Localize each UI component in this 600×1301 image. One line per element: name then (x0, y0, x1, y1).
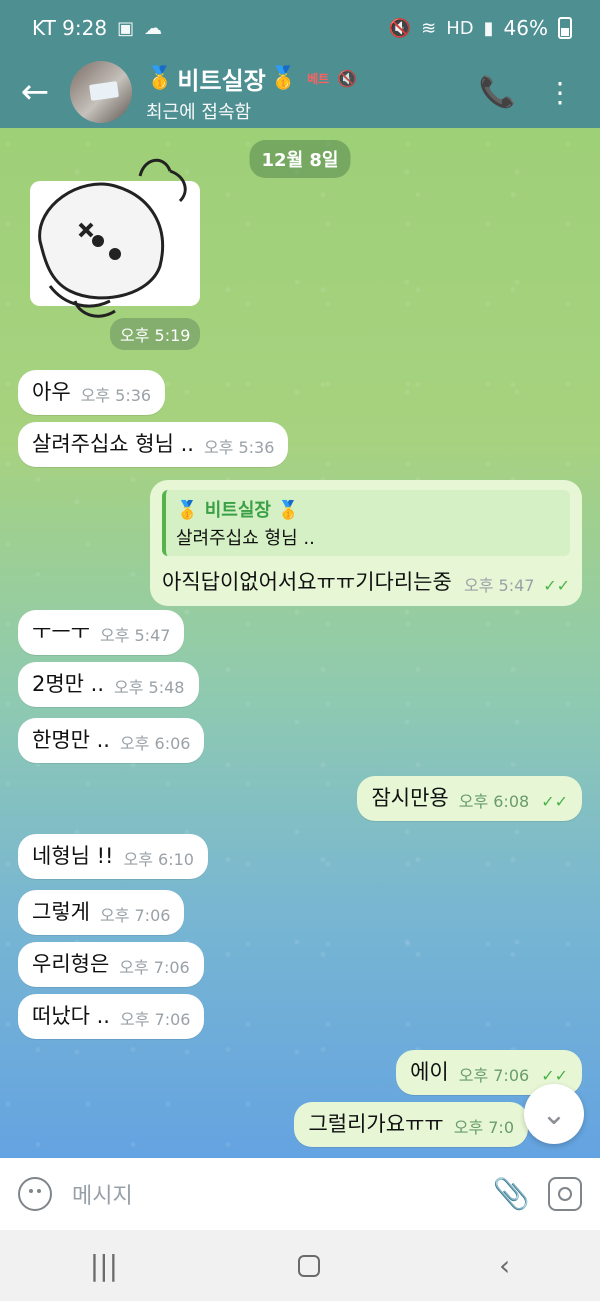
carrier-time: KT 9:28 (32, 16, 108, 40)
message-bubble[interactable]: 살려주십쇼 형님 .. 오후 5:36 (18, 422, 289, 468)
gallery-icon: ▣ (117, 17, 135, 39)
chat-subtitle: 최근에 접속함 (146, 101, 252, 123)
sticker-image[interactable] (20, 146, 210, 326)
message-bubble[interactable]: 그럴리가요ㅠㅠ 오후 7:0 (294, 1102, 528, 1148)
message-bubble[interactable]: 2명만 .. 오후 5:48 (18, 662, 199, 708)
message-text: 아직답이없어서요ㅠㅠ기다리는중 (162, 570, 452, 594)
message-bubble[interactable]: 잠시만용 오후 6:08 ✓✓ (357, 776, 582, 822)
medal-icon: 🥇 (277, 500, 300, 521)
message-bubble[interactable]: 우리형은 오후 7:06 (18, 942, 204, 988)
message-time: 오후 5:47 (99, 626, 171, 645)
message-text: 아우 (32, 380, 71, 404)
message-text: 에이 (410, 1060, 449, 1084)
emoji-icon[interactable] (18, 1177, 52, 1211)
hd-icon: HD (446, 17, 474, 39)
battery-percent: 46% (503, 16, 548, 40)
mute-icon: 🔇 (337, 68, 358, 88)
message-time: 오후 7:0 (453, 1118, 514, 1137)
system-nav-bar: ||| ‹ (0, 1230, 600, 1301)
quoted-message[interactable]: 🥇 비트실장 🥇 살려주십쇼 형님 .. (162, 490, 570, 556)
sticker-time: 오후 5:19 (110, 318, 201, 350)
message-bubble[interactable]: 그렇게 오후 7:06 (18, 890, 185, 936)
message-time: 오후 7:06 (99, 906, 171, 925)
scroll-down-button[interactable]: ⌄ (524, 1084, 584, 1144)
cloud-icon: ☁ (144, 17, 163, 39)
more-vert-icon[interactable]: ⋮ (546, 76, 574, 109)
message-time: 오후 5:36 (80, 386, 152, 405)
message-time: 오후 5:36 (203, 438, 275, 457)
message-bubble[interactable]: 아우 오후 5:36 (18, 370, 166, 416)
mute-icon: 🔇 (388, 17, 412, 39)
status-bar: KT 9:28 ▣ ☁ 🔇 ≋ HD ▮ 46% (0, 0, 600, 56)
double-check-icon: ✓✓ (543, 576, 570, 595)
message-text: 살려주십쇼 형님 .. (32, 432, 194, 456)
chat-header: ← 🥇 비트실장 🥇 베트 🔇 최근에 접속함 📞 ⋮ (0, 56, 600, 128)
medal-icon: 🥇 (146, 65, 174, 91)
message-time: 오후 7:06 (119, 958, 190, 977)
avatar[interactable] (70, 61, 132, 123)
message-bubble[interactable]: ㅜㅡㅜ 오후 5:47 (18, 610, 185, 656)
message-time: 오후 7:06 (120, 1010, 191, 1029)
medal-icon: 🥇 (269, 65, 298, 91)
message-text: 한명만 .. (32, 728, 110, 752)
chat-area[interactable]: 12월 8일 오후 5:19 아우 오후 5:36 살려주십쇼 형님 .. 오후… (0, 128, 600, 1158)
message-text: 2명만 .. (32, 672, 105, 696)
home-icon[interactable] (297, 1254, 320, 1277)
quoted-text: 살려주십쇼 형님 .. (176, 528, 315, 549)
wifi-icon: ≋ (421, 17, 437, 39)
message-text: 그렇게 (32, 900, 90, 924)
message-time: 오후 5:48 (114, 678, 185, 697)
attach-icon[interactable]: 📎 (493, 1177, 530, 1212)
message-time: 오후 6:06 (120, 734, 191, 753)
message-time: 오후 6:08 (458, 792, 530, 811)
message-input[interactable]: 메시지 (72, 1178, 493, 1210)
chat-title-block[interactable]: 🥇 비트실장 🥇 베트 🔇 최근에 접속함 (146, 61, 357, 124)
message-text: 잠시만용 (371, 786, 449, 810)
phone-icon[interactable]: 📞 (479, 75, 516, 110)
double-check-icon: ✓✓ (541, 792, 568, 811)
quoted-sender: 비트실장 (204, 500, 271, 521)
medal-icon: 🥇 (176, 500, 199, 521)
message-text: 떠났다 .. (32, 1004, 110, 1028)
message-bubble[interactable]: 떠났다 .. 오후 7:06 (18, 994, 205, 1040)
message-input-bar: 메시지 📎 (0, 1158, 600, 1230)
chat-title: 비트실장 (177, 66, 266, 95)
back-nav-icon[interactable]: ‹ (499, 1249, 510, 1282)
message-time: 오후 7:06 (458, 1066, 530, 1085)
message-time: 오후 5:47 (464, 576, 535, 595)
double-check-icon: ✓✓ (541, 1066, 568, 1085)
message-text: 우리형은 (32, 952, 110, 976)
message-bubble[interactable]: 한명만 .. 오후 6:06 (18, 718, 205, 764)
badge: 베트 (307, 71, 330, 86)
recent-apps-icon[interactable]: ||| (90, 1249, 118, 1282)
battery-icon (558, 17, 572, 39)
message-text: ㅜㅡㅜ (32, 620, 90, 644)
message-text: 그럴리가요ㅠㅠ (308, 1112, 444, 1136)
message-time: 오후 6:10 (123, 850, 194, 869)
chevron-down-icon: ⌄ (541, 1096, 567, 1132)
camera-icon[interactable] (548, 1177, 582, 1211)
back-arrow-icon[interactable]: ← (0, 56, 70, 128)
reply-bubble[interactable]: 🥇 비트실장 🥇 살려주십쇼 형님 .. 아직답이없어서요ㅠㅠ기다리는중 오후 … (150, 480, 582, 606)
message-bubble[interactable]: 네형님 !! 오후 6:10 (18, 834, 208, 880)
message-text: 네형님 !! (32, 844, 114, 868)
signal-icon: ▮ (483, 17, 494, 39)
date-chip: 12월 8일 (249, 140, 351, 178)
